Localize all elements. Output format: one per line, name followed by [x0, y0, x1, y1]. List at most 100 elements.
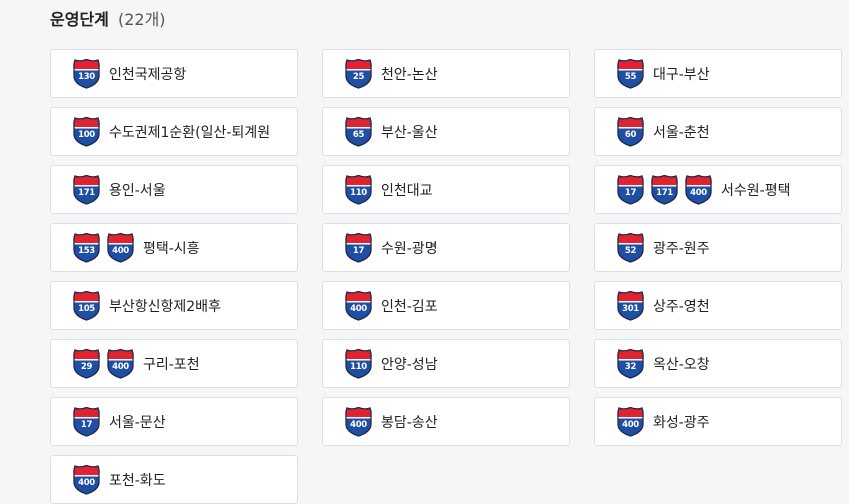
highway-shield-icon: 17 — [344, 232, 373, 263]
route-number: 110 — [350, 188, 367, 198]
highway-shield-icon: 153 — [72, 232, 101, 263]
route-number: 100 — [78, 130, 95, 140]
route-card[interactable]: 153 400 평택-시흥 — [50, 223, 298, 272]
highway-shield-icon: 400 — [106, 348, 135, 379]
route-shields: 171 — [72, 174, 106, 205]
route-shields: 29 400 — [72, 348, 140, 379]
route-shields: 32 — [616, 348, 650, 379]
route-name: 서울-문산 — [109, 414, 166, 431]
route-name: 천안-논산 — [381, 66, 438, 83]
route-card[interactable]: 25 천안-논산 — [322, 49, 570, 98]
route-card[interactable]: 100 수도권제1순환(일산-퇴계원 — [50, 107, 298, 156]
route-number: 52 — [624, 246, 637, 256]
route-card[interactable]: 29 400 구리-포천 — [50, 339, 298, 388]
route-shields: 100 — [72, 116, 106, 147]
route-card[interactable]: 105 부산항신항제2배후 — [50, 281, 298, 330]
route-number: 105 — [78, 304, 95, 314]
route-shields: 400 — [344, 406, 378, 437]
route-shields: 105 — [72, 290, 106, 321]
route-number: 17 — [80, 420, 93, 430]
route-card[interactable]: 17 서울-문산 — [50, 397, 298, 446]
route-number: 153 — [78, 246, 95, 256]
route-card[interactable]: 400 봉담-송산 — [322, 397, 570, 446]
route-shields: 17 — [72, 406, 106, 437]
route-card[interactable]: 130 인천국제공항 — [50, 49, 298, 98]
route-shields: 301 — [616, 290, 650, 321]
highway-shield-icon: 400 — [616, 406, 645, 437]
route-number: 60 — [624, 130, 637, 140]
route-card[interactable]: 400 포천-화도 — [50, 455, 298, 504]
route-shields: 153 400 — [72, 232, 140, 263]
route-number: 400 — [112, 246, 129, 256]
highway-shield-icon: 110 — [344, 174, 373, 205]
route-number: 400 — [690, 188, 707, 198]
route-name: 인천국제공항 — [109, 66, 187, 83]
highway-shield-icon: 400 — [344, 406, 373, 437]
route-name: 인천대교 — [381, 182, 433, 199]
route-shields: 400 — [72, 464, 106, 495]
route-name: 화성-광주 — [653, 414, 710, 431]
route-number: 400 — [350, 420, 367, 430]
highway-shield-icon: 29 — [72, 348, 101, 379]
highway-shield-icon: 130 — [72, 58, 101, 89]
route-card[interactable]: 52 광주-원주 — [594, 223, 842, 272]
route-shields: 55 — [616, 58, 650, 89]
highway-shield-icon: 60 — [616, 116, 645, 147]
highway-shield-icon: 105 — [72, 290, 101, 321]
route-name: 부산항신항제2배후 — [109, 298, 221, 315]
route-card[interactable]: 17 수원-광명 — [322, 223, 570, 272]
route-card[interactable]: 110 안양-성남 — [322, 339, 570, 388]
route-number: 110 — [350, 362, 367, 372]
route-card[interactable]: 400 인천-김포 — [322, 281, 570, 330]
route-card[interactable]: 60 서울-춘천 — [594, 107, 842, 156]
route-name: 부산-울산 — [381, 124, 438, 141]
route-shields: 110 — [344, 174, 378, 205]
route-number: 55 — [624, 72, 637, 82]
route-card[interactable]: 55 대구-부산 — [594, 49, 842, 98]
route-number: 400 — [112, 362, 129, 372]
highway-shield-icon: 52 — [616, 232, 645, 263]
route-card[interactable]: 65 부산-울산 — [322, 107, 570, 156]
route-number: 29 — [80, 362, 93, 372]
route-name: 인천-김포 — [381, 298, 438, 315]
route-name: 구리-포천 — [143, 356, 200, 373]
route-name: 포천-화도 — [109, 472, 166, 489]
route-card[interactable]: 400 화성-광주 — [594, 397, 842, 446]
highway-shield-icon: 110 — [344, 348, 373, 379]
route-shields: 65 — [344, 116, 378, 147]
route-shields: 25 — [344, 58, 378, 89]
route-number: 32 — [624, 362, 637, 372]
route-number: 130 — [78, 72, 95, 82]
route-card[interactable]: 171 용인-서울 — [50, 165, 298, 214]
highway-shield-icon: 100 — [72, 116, 101, 147]
route-number: 400 — [350, 304, 367, 314]
highway-shield-icon: 400 — [106, 232, 135, 263]
highway-shield-icon: 55 — [616, 58, 645, 89]
route-number: 301 — [622, 304, 639, 314]
route-card[interactable]: 110 인천대교 — [322, 165, 570, 214]
route-shields: 17 171 400 — [616, 174, 718, 205]
route-shields: 400 — [616, 406, 650, 437]
section-title: 운영단계 — [50, 10, 109, 29]
highway-shield-icon: 65 — [344, 116, 373, 147]
route-shields: 52 — [616, 232, 650, 263]
route-shields: 130 — [72, 58, 106, 89]
route-shields: 110 — [344, 348, 378, 379]
route-number: 400 — [78, 478, 95, 488]
highway-shield-icon: 171 — [650, 174, 679, 205]
route-name: 용인-서울 — [109, 182, 166, 199]
route-name: 상주-영천 — [653, 298, 710, 315]
highway-shield-icon: 400 — [72, 464, 101, 495]
highway-shield-icon: 301 — [616, 290, 645, 321]
route-card[interactable]: 301 상주-영천 — [594, 281, 842, 330]
route-number: 171 — [656, 188, 673, 198]
route-name: 평택-시흥 — [143, 240, 200, 257]
highway-shield-icon: 17 — [616, 174, 645, 205]
route-name: 대구-부산 — [653, 66, 710, 83]
highway-shield-icon: 400 — [344, 290, 373, 321]
route-name: 수도권제1순환(일산-퇴계원 — [109, 124, 271, 141]
route-number: 25 — [352, 72, 365, 82]
route-card[interactable]: 32 옥산-오창 — [594, 339, 842, 388]
route-card[interactable]: 17 171 400 서수원-평택 — [594, 165, 842, 214]
route-name: 옥산-오창 — [653, 356, 710, 373]
